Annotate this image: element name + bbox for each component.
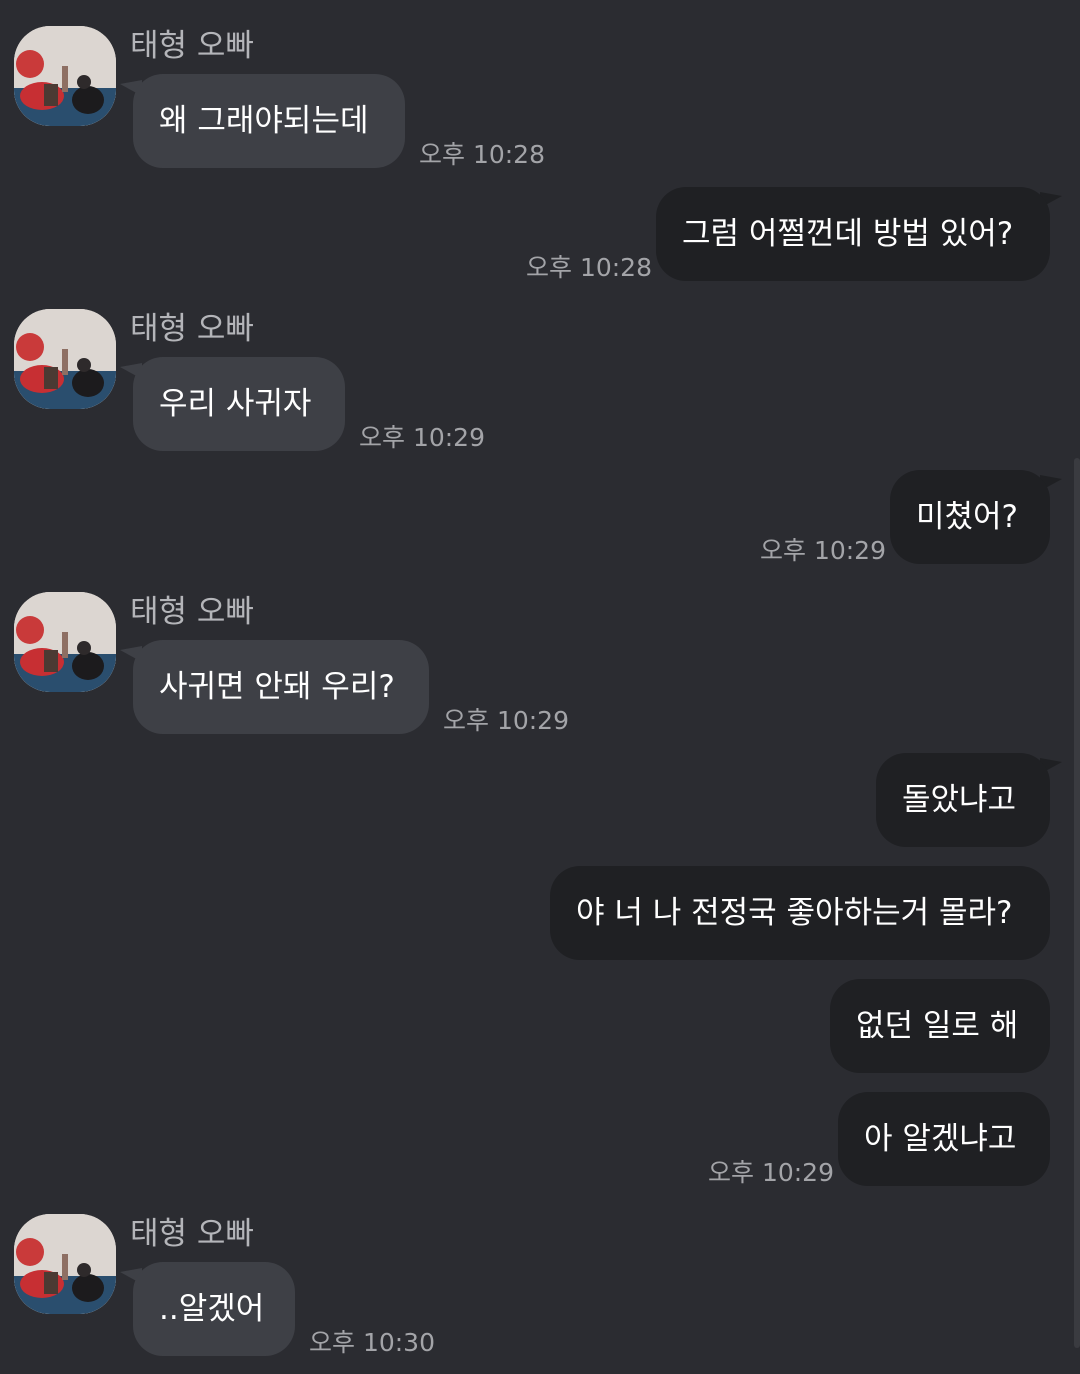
- incoming-message-bubble[interactable]: 우리 사귀자: [133, 357, 345, 451]
- message-time: 오후 10:29: [760, 536, 886, 565]
- contact-avatar[interactable]: [14, 26, 116, 126]
- message-time: 오후 10:28: [526, 253, 652, 282]
- outgoing-message-bubble[interactable]: 아 알겠냐고: [838, 1092, 1050, 1186]
- chat-screen: 태형 오빠 왜 그래야되는데 오후 10:28 그럼 어쩔껀데 방법 있어? 오…: [0, 0, 1080, 1374]
- message-time: 오후 10:28: [419, 140, 545, 169]
- outgoing-message-bubble[interactable]: 그럼 어쩔껀데 방법 있어?: [656, 187, 1050, 281]
- outgoing-message-bubble[interactable]: 돌았냐고: [876, 753, 1050, 847]
- avatar-photo: [14, 592, 116, 692]
- sender-name: 태형 오빠: [130, 311, 254, 347]
- outgoing-message-bubble[interactable]: 미쳤어?: [890, 470, 1050, 564]
- message-time: 오후 10:29: [359, 423, 485, 452]
- sender-name: 태형 오빠: [130, 594, 254, 630]
- sender-name: 태형 오빠: [130, 1216, 254, 1252]
- avatar-photo: [14, 309, 116, 409]
- contact-avatar[interactable]: [14, 309, 116, 409]
- incoming-message-bubble[interactable]: 사귀면 안돼 우리?: [133, 640, 429, 734]
- outgoing-message-bubble[interactable]: 없던 일로 해: [830, 979, 1050, 1073]
- message-time: 오후 10:29: [708, 1158, 834, 1187]
- avatar-photo: [14, 1214, 116, 1314]
- message-time: 오후 10:30: [309, 1328, 435, 1357]
- outgoing-message-bubble[interactable]: 야 너 나 전정국 좋아하는거 몰라?: [550, 866, 1050, 960]
- contact-avatar[interactable]: [14, 1214, 116, 1314]
- contact-avatar[interactable]: [14, 592, 116, 692]
- avatar-photo: [14, 26, 116, 126]
- incoming-message-bubble[interactable]: ..알겠어: [133, 1262, 295, 1356]
- message-time: 오후 10:29: [443, 706, 569, 735]
- incoming-message-bubble[interactable]: 왜 그래야되는데: [133, 74, 405, 168]
- sender-name: 태형 오빠: [130, 28, 254, 64]
- scrollbar[interactable]: [1074, 458, 1080, 1348]
